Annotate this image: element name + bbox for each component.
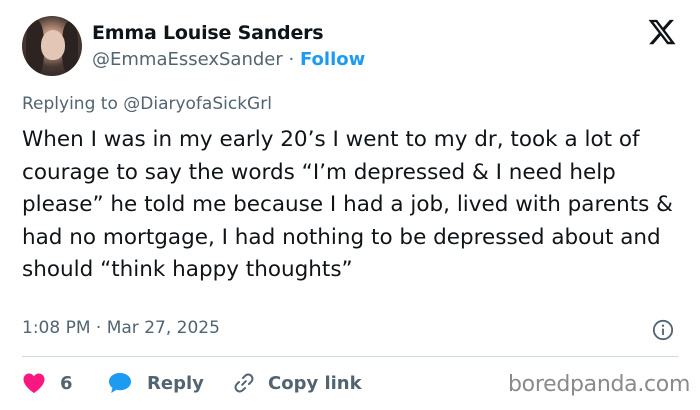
reply-label: Reply: [147, 372, 204, 394]
author-handle-row: @EmmaEssexSander · Follow: [92, 49, 365, 70]
author-handle[interactable]: @EmmaEssexSander: [92, 49, 283, 70]
tweet-text: When I was in my early 20’s I went to my…: [22, 127, 673, 282]
replying-prefix: Replying to: [22, 94, 118, 114]
author-name[interactable]: Emma Louise Sanders: [92, 22, 324, 44]
like-button[interactable]: 6: [22, 370, 73, 396]
copy-link-button[interactable]: Copy link: [232, 370, 362, 396]
replying-to: Replying to @DiaryofaSickGrl: [22, 94, 272, 114]
like-count: 6: [60, 372, 73, 394]
tweet-timestamp[interactable]: 1:08 PM · Mar 27, 2025: [22, 318, 220, 338]
avatar[interactable]: [22, 16, 82, 76]
handle-separator: ·: [288, 49, 295, 70]
heart-icon: [23, 373, 45, 393]
x-logo-icon[interactable]: [647, 17, 677, 47]
avatar-face: [41, 30, 65, 60]
watermark: boredpanda.com: [508, 372, 691, 397]
info-icon[interactable]: [652, 319, 674, 341]
copy-link-label: Copy link: [268, 372, 362, 394]
link-icon: [234, 373, 254, 393]
follow-button[interactable]: Follow: [300, 49, 365, 70]
reply-button[interactable]: Reply: [107, 370, 204, 396]
speech-bubble-icon: [109, 373, 131, 393]
divider: [22, 356, 678, 357]
tweet-card: Emma Louise Sanders @EmmaEssexSander · F…: [0, 0, 700, 410]
replying-mention[interactable]: @DiaryofaSickGrl: [123, 94, 272, 114]
